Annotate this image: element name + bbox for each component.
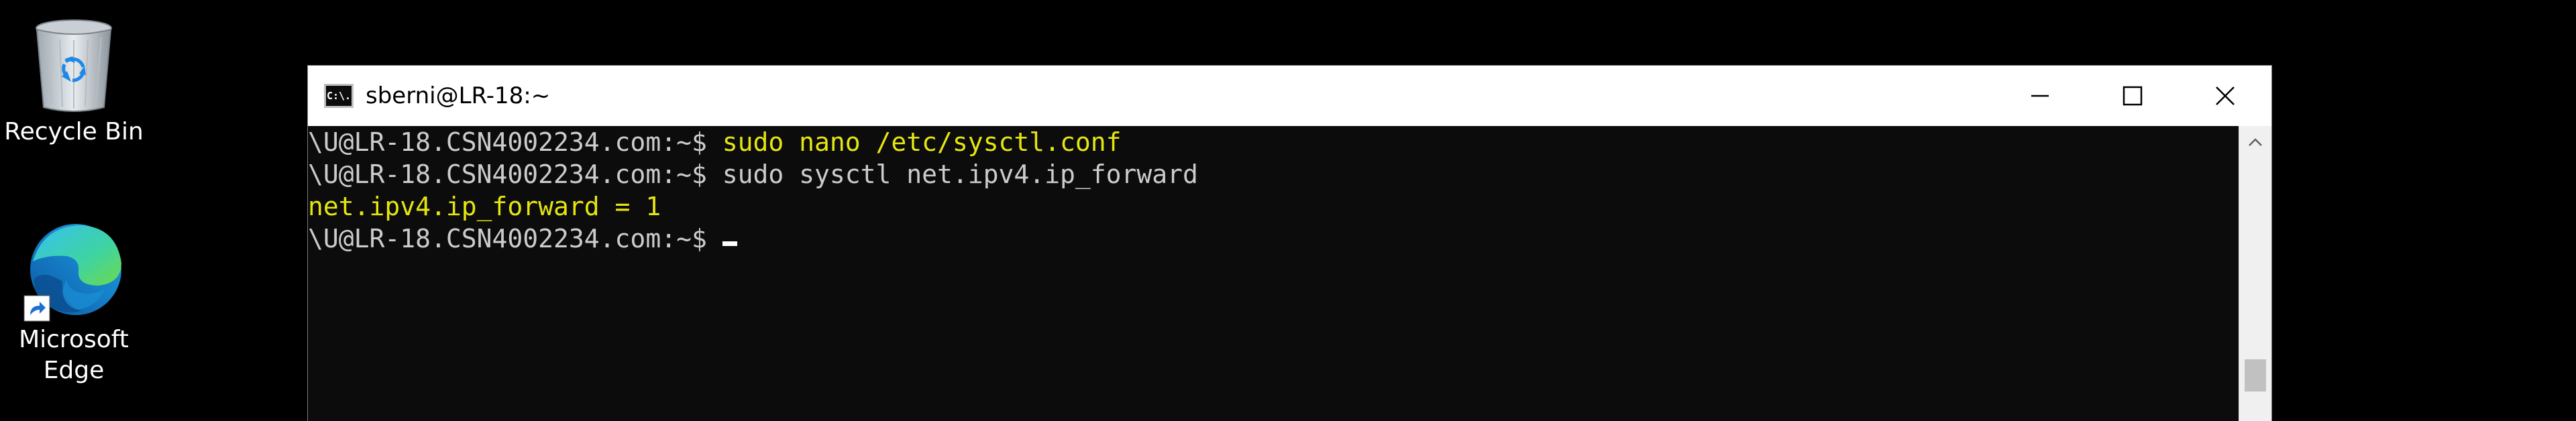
shortcut-arrow-icon [23,295,50,322]
recycle-bin-label: Recycle Bin [4,118,144,145]
console-output[interactable]: \U@LR-18.CSN4002234.com:~$ sudo nano /et… [308,126,2240,421]
console-command: sudo nano /etc/sysctl.conf [722,127,1122,157]
desktop-icon-recycle-bin[interactable]: Recycle Bin [0,17,148,147]
console-output-text: net.ipv4.ip_forward = 1 [308,192,661,221]
close-icon [2216,86,2235,105]
edge-icon [23,221,124,322]
console-line: \U@LR-18.CSN4002234.com:~$ sudo nano /et… [308,126,1122,158]
console-prompt: \U@LR-18.CSN4002234.com:~$ [308,127,722,157]
desktop-icon-microsoft-edge[interactable]: Microsoft Edge [0,221,148,386]
minimize-button[interactable] [1994,66,2086,126]
edge-label: Microsoft Edge [19,326,129,384]
title-bar[interactable]: C:\. sberni@LR-18:~ [308,66,2271,126]
console-line: \U@LR-18.CSN4002234.com:~$ sudo sysctl n… [308,158,1198,190]
console-app-icon[interactable]: C:\. [324,84,354,108]
minimize-icon [2031,95,2049,97]
vertical-scrollbar[interactable] [2239,126,2271,421]
chevron-up-icon [2249,138,2262,146]
close-button[interactable] [2179,66,2271,126]
recycle-bin-icon [33,17,115,113]
console-prompt: \U@LR-18.CSN4002234.com:~$ [308,160,722,189]
console-command: sudo sysctl net.ipv4.ip_forward [722,160,1198,189]
maximize-icon [2123,86,2143,106]
console-line: \U@LR-18.CSN4002234.com:~$ [308,223,737,255]
desktop: Recycle Bin Microsoft Edge C:\. sberni@L… [0,0,2576,421]
console-prompt: \U@LR-18.CSN4002234.com:~$ [308,224,722,253]
maximize-button[interactable] [2086,66,2179,126]
window-controls [1994,66,2271,126]
window-title: sberni@LR-18:~ [366,82,551,109]
console-line: net.ipv4.ip_forward = 1 [308,190,661,223]
text-cursor [722,241,737,246]
console-app-icon-text: C:\. [326,89,352,102]
scroll-thumb[interactable] [2245,359,2266,392]
scroll-up-button[interactable] [2239,126,2271,158]
terminal-window[interactable]: C:\. sberni@LR-18:~ \U@LR-18.CSN4002234.… [307,65,2272,421]
